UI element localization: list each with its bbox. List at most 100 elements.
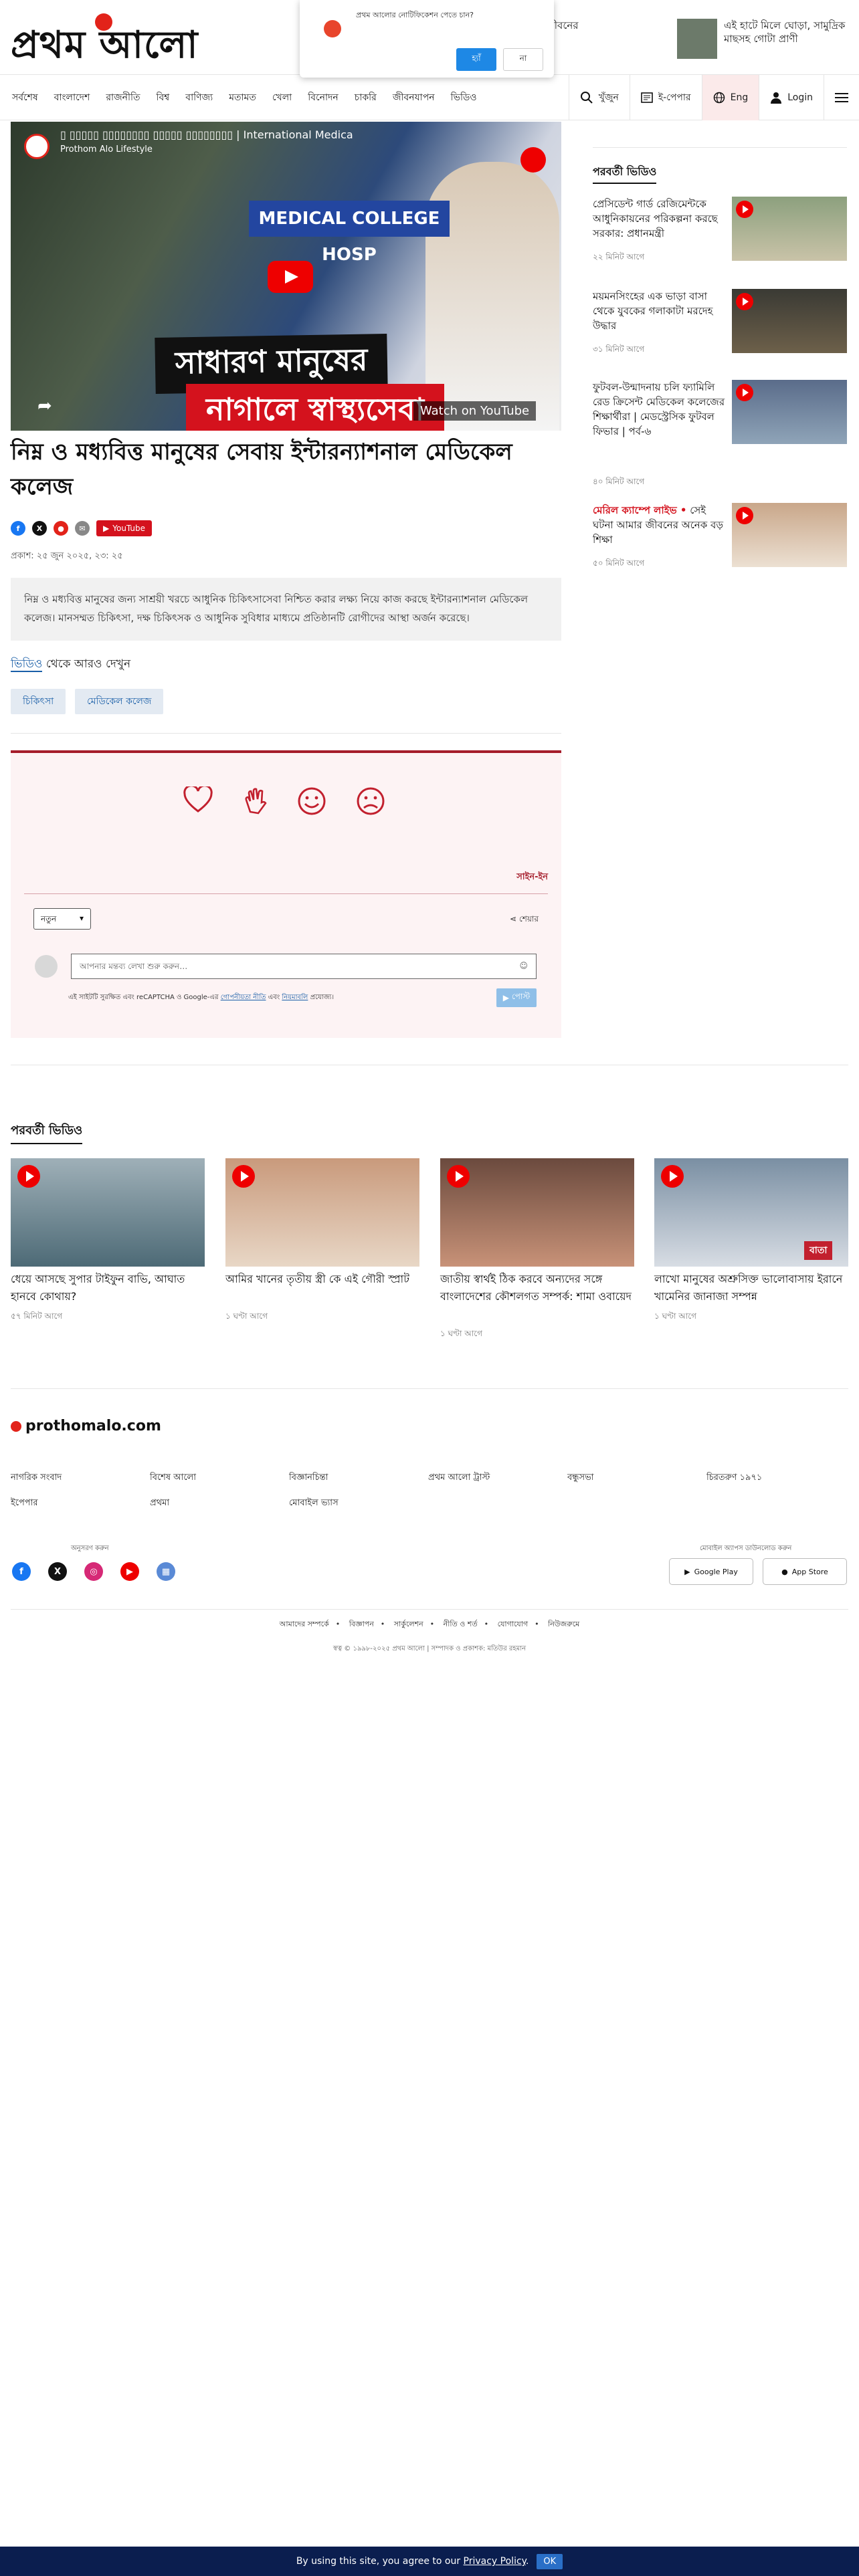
prothomalo-share-icon[interactable]: ● xyxy=(54,521,68,536)
footer-link[interactable]: মোবাইল ভ্যাস xyxy=(289,1497,339,1511)
nav-item[interactable]: খেলা xyxy=(272,90,292,106)
nav-item[interactable]: সর্বশেষ xyxy=(12,90,38,106)
comment-share-button[interactable]: ⋖ শেয়ার xyxy=(510,914,539,927)
rail-video-item[interactable]: ময়মনসিংহের এক ভাড়া বাসা থেকে যুবকের গল… xyxy=(593,289,847,369)
google-play-button[interactable]: ▶ Google Play xyxy=(669,1558,753,1585)
video-card[interactable]: জাতীয় স্বার্থই ঠিক করবে অন্যদের সঙ্গে ব… xyxy=(440,1158,634,1346)
nav-item[interactable]: বিশ্ব xyxy=(156,90,169,106)
instagram-icon[interactable]: ◎ xyxy=(84,1562,103,1581)
watch-on-youtube-link[interactable]: Watch on YouTube xyxy=(413,401,537,421)
video-play-button[interactable] xyxy=(268,261,313,293)
recaptcha-post: প্রযোজ্য। xyxy=(308,994,335,1001)
nav-item[interactable]: মতামত xyxy=(229,90,256,106)
search-icon xyxy=(580,92,593,104)
video-card[interactable]: ধেয়ে আসছে সুপার টাইফুন বাভি, আঘাত হানবে… xyxy=(11,1158,205,1346)
login-button[interactable]: Login xyxy=(759,75,824,120)
post-comment-button[interactable]: ▶ পোস্ট xyxy=(496,988,537,1007)
smile-reaction-icon[interactable] xyxy=(297,786,326,822)
video-share-icon[interactable]: ➦ xyxy=(37,396,52,416)
footer-bottom-link[interactable]: সার্কুলেশন xyxy=(394,1620,423,1628)
notification-allow-button[interactable]: হ্যাঁ xyxy=(456,48,496,71)
x-twitter-icon[interactable]: X xyxy=(32,521,47,536)
menu-button[interactable] xyxy=(824,75,859,120)
cookie-ok-button[interactable]: OK xyxy=(537,2553,563,2569)
nav-item[interactable]: বাংলাদেশ xyxy=(54,90,90,106)
terms-link[interactable]: নিয়মাবলি xyxy=(282,994,308,1001)
epaper-button[interactable]: ই-পেপার xyxy=(629,75,702,120)
chevron-down-icon: ▾ xyxy=(79,914,84,923)
cookie-privacy-link[interactable]: Privacy Policy xyxy=(464,2556,526,2567)
clap-reaction-icon[interactable] xyxy=(242,786,272,822)
language-toggle[interactable]: Eng xyxy=(701,75,759,120)
rail-video-thumbnail xyxy=(732,380,847,444)
youtube-icon[interactable]: ▶ xyxy=(120,1562,139,1581)
x-twitter-icon[interactable]: X xyxy=(48,1562,67,1581)
nav-item[interactable]: বাণিজ্য xyxy=(185,90,213,106)
notification-logo-icon xyxy=(324,20,341,37)
recaptcha-notice: এই সাইটটি সুরক্ষিত এবং reCAPTCHA ও Googl… xyxy=(68,992,334,1004)
footer-bottom-link[interactable]: আমাদের সম্পর্কে xyxy=(280,1620,329,1628)
play-icon xyxy=(736,507,753,524)
video-card-time: ১ ঘণ্টা আগে xyxy=(654,1311,696,1321)
footer-bottom-link[interactable]: যোগাযোগ xyxy=(498,1620,529,1628)
love-reaction-icon[interactable] xyxy=(183,784,213,819)
nav-item[interactable]: চাকরি xyxy=(355,90,377,106)
nav-actions: খুঁজুন ই-পেপার Eng Login xyxy=(568,75,859,120)
footer-link[interactable]: প্রথমা xyxy=(150,1497,169,1511)
nav-item[interactable]: বিনোদন xyxy=(308,90,339,106)
notification-question: প্রথম আলোর নোটিফিকেশন পেতে চান? xyxy=(356,11,474,19)
rail-video-item[interactable]: মেরিল ক্যাম্পে লাইভ • সেই ঘটনা আমার জীবন… xyxy=(593,503,847,583)
comment-sort-select[interactable]: নতুন ▾ xyxy=(33,908,91,930)
rail-video-item[interactable]: ফুটবল-উন্মাদনায় চলি ফ্যামিলি রেড ক্রিসে… xyxy=(593,380,847,486)
tag-chip[interactable]: চিকিৎসা xyxy=(11,689,66,714)
footer-bottom-link[interactable]: বিজ্ঞাপন xyxy=(349,1620,374,1628)
youtube-label: YouTube xyxy=(112,524,146,533)
sad-reaction-icon[interactable] xyxy=(356,786,385,822)
video-title[interactable]: ▯ ▯▯▯▯▯ ▯▯▯▯▯▯▯▯ ▯▯▯▯▯ ▯▯▯▯▯▯▯▯ | Intern… xyxy=(60,128,353,141)
site-logo[interactable]: প্রথম আলো xyxy=(11,13,198,79)
video-player[interactable]: ▯ ▯▯▯▯▯ ▯▯▯▯▯▯▯▯ ▯▯▯▯▯ ▯▯▯▯▯▯▯▯ | Intern… xyxy=(11,122,561,431)
nav-item[interactable]: ভিডিও xyxy=(451,90,477,106)
search-button[interactable]: খুঁজুন xyxy=(568,75,630,120)
footer-link[interactable]: বন্ধুসভা xyxy=(567,1471,594,1485)
youtube-subscribe-button[interactable]: ▶ YouTube xyxy=(96,520,153,536)
video-watermark-icon xyxy=(520,147,546,173)
footer-logo-text: prothomalo.com xyxy=(25,1418,161,1434)
emoji-icon[interactable]: ☺ xyxy=(519,961,528,970)
header-teaser-2[interactable]: এই হাটে মিলে ঘোড়া, সামুদ্রিক মাছসহ গোটা… xyxy=(677,19,858,59)
footer-link[interactable]: বিশেষ আলো xyxy=(150,1471,196,1485)
divider xyxy=(11,1609,848,1610)
rail-video-item[interactable]: প্রেসিডেন্ট গার্ড রেজিমেন্টকে আধুনিকায়ন… xyxy=(593,197,847,277)
footer-bottom-link[interactable]: নিউজরুমে xyxy=(548,1620,579,1628)
footer-link[interactable]: নাগরিক সংবাদ xyxy=(11,1471,62,1485)
play-icon xyxy=(736,384,753,401)
google-news-icon[interactable]: ▦ xyxy=(157,1562,175,1581)
comment-sign-in-link[interactable]: সাইন-ইন xyxy=(516,871,548,885)
facebook-icon[interactable]: f xyxy=(12,1562,31,1581)
video-card[interactable]: বাতা লাখো মানুষের অশ্রুসিক্ত ভালোবাসায় … xyxy=(654,1158,848,1346)
app-store-button[interactable]: ● App Store xyxy=(763,1558,847,1585)
tag-chip[interactable]: মেডিকেল কলেজ xyxy=(75,689,164,714)
teaser-thumbnail xyxy=(677,19,717,59)
video-card[interactable]: আমির খানের তৃতীয় স্ত্রী কে এই গৌরী স্প্… xyxy=(225,1158,419,1346)
app-store-label: App Store xyxy=(791,1567,828,1576)
footer-link[interactable]: চিরতরুণ ১৯৭১ xyxy=(706,1471,762,1485)
section-link[interactable]: ভিডিও xyxy=(11,657,43,672)
facebook-icon[interactable]: f xyxy=(11,521,25,536)
footer-bottom-link[interactable]: নীতি ও শর্ত xyxy=(444,1620,478,1628)
google-play-label: Google Play xyxy=(694,1567,738,1576)
cookie-consent-bar: By using this site, you agree to our Pri… xyxy=(0,2547,859,2576)
comment-input[interactable]: আপনার মন্তব্য লেখা শুরু করুন… ☺ xyxy=(71,954,537,979)
privacy-policy-link[interactable]: গোপনীয়তা নীতি xyxy=(221,994,266,1001)
video-channel[interactable] xyxy=(24,134,50,159)
footer-logo[interactable]: prothomalo.com xyxy=(11,1418,161,1434)
email-icon[interactable]: ✉ xyxy=(75,521,90,536)
footer-link[interactable]: ইপেপার xyxy=(11,1497,38,1511)
nav-item[interactable]: জীবনযাপন xyxy=(393,90,435,106)
rail-video-time: ৪০ মিনিট আগে xyxy=(593,477,645,486)
footer-link[interactable]: বিজ্ঞানচিন্তা xyxy=(289,1471,328,1485)
rail-video-title: ময়মনসিংহের এক ভাড়া বাসা থেকে যুবকের গল… xyxy=(593,290,713,332)
notification-deny-button[interactable]: না xyxy=(503,48,543,71)
nav-item[interactable]: রাজনীতি xyxy=(106,90,140,106)
footer-link[interactable]: প্রথম আলো ট্রাস্ট xyxy=(428,1471,490,1485)
